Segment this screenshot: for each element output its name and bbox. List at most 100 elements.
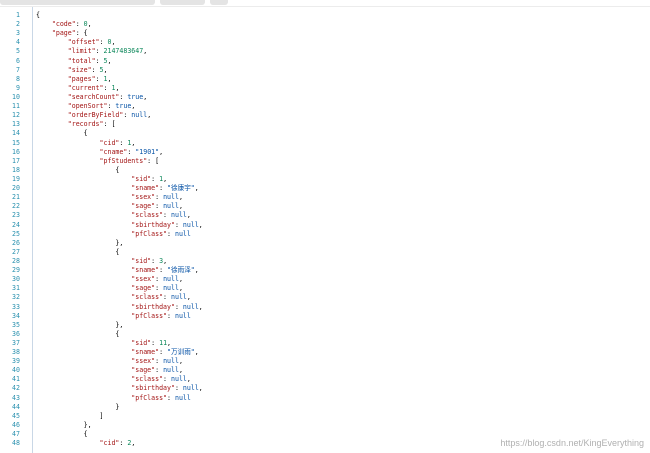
code-text: ] bbox=[36, 412, 104, 421]
code-token: "1901" bbox=[135, 147, 160, 156]
line-number: 38 bbox=[12, 348, 20, 357]
code-token: null bbox=[174, 229, 191, 238]
tab-2[interactable] bbox=[160, 0, 205, 5]
code-token: "sname" bbox=[131, 266, 160, 275]
code-line[interactable]: 34 "pfClass": null bbox=[0, 312, 650, 321]
code-line[interactable]: 40 "sage": null, bbox=[0, 366, 650, 375]
code-line[interactable]: 11 "openSort": true, bbox=[0, 102, 650, 111]
tab-bar bbox=[0, 0, 650, 7]
code-line[interactable]: 39 "ssex": null, bbox=[0, 357, 650, 366]
code-text: "pfClass": null bbox=[36, 394, 191, 403]
code-line[interactable]: 14 { bbox=[0, 129, 650, 138]
code-line[interactable]: 12 "orderByField": null, bbox=[0, 111, 650, 120]
code-line[interactable]: 5 "limit": 2147483647, bbox=[0, 47, 650, 56]
code-token: "sclass" bbox=[131, 211, 164, 220]
code-line[interactable]: 24 "sbirthday": null, bbox=[0, 221, 650, 230]
line-number: 26 bbox=[12, 238, 20, 247]
line-number: 27 bbox=[12, 247, 20, 256]
code-line[interactable]: 38 "sname": "万训雨", bbox=[0, 348, 650, 357]
code-line[interactable]: 4 "offset": 0, bbox=[0, 38, 650, 47]
code-line[interactable]: 18 { bbox=[0, 166, 650, 175]
code-line[interactable]: 1{ bbox=[0, 11, 650, 20]
code-line[interactable]: 28 "sid": 3, bbox=[0, 257, 650, 266]
code-token: : bbox=[163, 375, 171, 384]
code-line[interactable]: 3 "page": { bbox=[0, 29, 650, 38]
code-token: 2147483647 bbox=[103, 47, 144, 56]
code-token: 11 bbox=[159, 338, 168, 347]
code-token: : bbox=[151, 174, 160, 183]
code-line[interactable]: 44 } bbox=[0, 403, 650, 412]
code-token: "sbirthday" bbox=[131, 302, 175, 311]
code-line[interactable]: 16 "cname": "1901", bbox=[0, 148, 650, 157]
code-line[interactable]: 29 "sname": "徐雨泽", bbox=[0, 266, 650, 275]
code-line[interactable]: 7 "size": 5, bbox=[0, 66, 650, 75]
code-line[interactable]: 43 "pfClass": null bbox=[0, 394, 650, 403]
code-token: : bbox=[159, 348, 168, 357]
code-line[interactable]: 32 "sclass": null, bbox=[0, 293, 650, 302]
code-token: "pfClass" bbox=[131, 393, 168, 402]
code-token: , bbox=[178, 193, 183, 202]
code-line[interactable]: 46 }, bbox=[0, 421, 650, 430]
code-line[interactable]: 20 "sname": "徐康宇", bbox=[0, 184, 650, 193]
code-token: : bbox=[167, 393, 175, 402]
code-text: { bbox=[36, 129, 88, 138]
code-token: "ssex" bbox=[131, 275, 156, 284]
line-number: 6 bbox=[16, 56, 20, 65]
line-number: 42 bbox=[12, 384, 20, 393]
code-line[interactable]: 6 "total": 5, bbox=[0, 57, 650, 66]
code-line[interactable]: 37 "sid": 11, bbox=[0, 339, 650, 348]
code-token: : bbox=[155, 275, 164, 284]
code-line[interactable]: 25 "pfClass": null bbox=[0, 230, 650, 239]
code-line[interactable]: 2 "code": 0, bbox=[0, 20, 650, 29]
code-text: "sbirthday": null, bbox=[36, 221, 203, 230]
code-token: , bbox=[143, 47, 148, 56]
line-number: 16 bbox=[12, 147, 20, 156]
code-line[interactable]: 15 "cid": 1, bbox=[0, 139, 650, 148]
code-token: : bbox=[167, 229, 175, 238]
code-line[interactable]: 42 "sbirthday": null, bbox=[0, 384, 650, 393]
code-line[interactable]: 35 }, bbox=[0, 321, 650, 330]
code-token: , bbox=[186, 293, 191, 302]
code-line[interactable]: 13 "records": [ bbox=[0, 120, 650, 129]
line-number: 48 bbox=[12, 439, 20, 448]
code-token: "sname" bbox=[131, 348, 160, 357]
code-line[interactable]: 17 "pfStudents": [ bbox=[0, 157, 650, 166]
code-line[interactable]: 31 "sage": null, bbox=[0, 284, 650, 293]
code-line[interactable]: 26 }, bbox=[0, 239, 650, 248]
code-editor[interactable]: 1{2 "code": 0, 3 "page": {4 "offset": 0, 5… bbox=[0, 7, 650, 453]
code-line[interactable]: 9 "current": 1, bbox=[0, 84, 650, 93]
code-line[interactable]: 8 "pages": 1, bbox=[0, 75, 650, 84]
code-line[interactable]: 23 "sclass": null, bbox=[0, 211, 650, 220]
line-number: 40 bbox=[12, 366, 20, 375]
code-line[interactable]: 36 { bbox=[0, 330, 650, 339]
code-text: "pfClass": null bbox=[36, 312, 191, 321]
code-line[interactable]: 10 "searchCount": true, bbox=[0, 93, 650, 102]
line-number: 11 bbox=[12, 102, 20, 111]
code-line[interactable]: 41 "sclass": null, bbox=[0, 375, 650, 384]
code-token: , bbox=[178, 202, 183, 211]
code-text: "sclass": null, bbox=[36, 211, 191, 220]
code-text: "orderByField": null, bbox=[36, 111, 151, 120]
code-line[interactable]: 45 ] bbox=[0, 412, 650, 421]
line-number: 4 bbox=[16, 38, 20, 47]
code-line[interactable]: 30 "ssex": null, bbox=[0, 275, 650, 284]
code-line[interactable]: 19 "sid": 1, bbox=[0, 175, 650, 184]
tab-1[interactable] bbox=[0, 0, 155, 5]
code-token: "cid" bbox=[99, 439, 120, 448]
code-line[interactable]: 33 "sbirthday": null, bbox=[0, 303, 650, 312]
code-token: , bbox=[107, 56, 112, 65]
code-line[interactable]: 21 "ssex": null, bbox=[0, 193, 650, 202]
code-token: null bbox=[163, 366, 179, 375]
code-line[interactable]: 22 "sage": null, bbox=[0, 202, 650, 211]
tab-3[interactable] bbox=[210, 0, 228, 5]
code-token: }, bbox=[36, 238, 124, 247]
code-line[interactable]: 27 { bbox=[0, 248, 650, 257]
